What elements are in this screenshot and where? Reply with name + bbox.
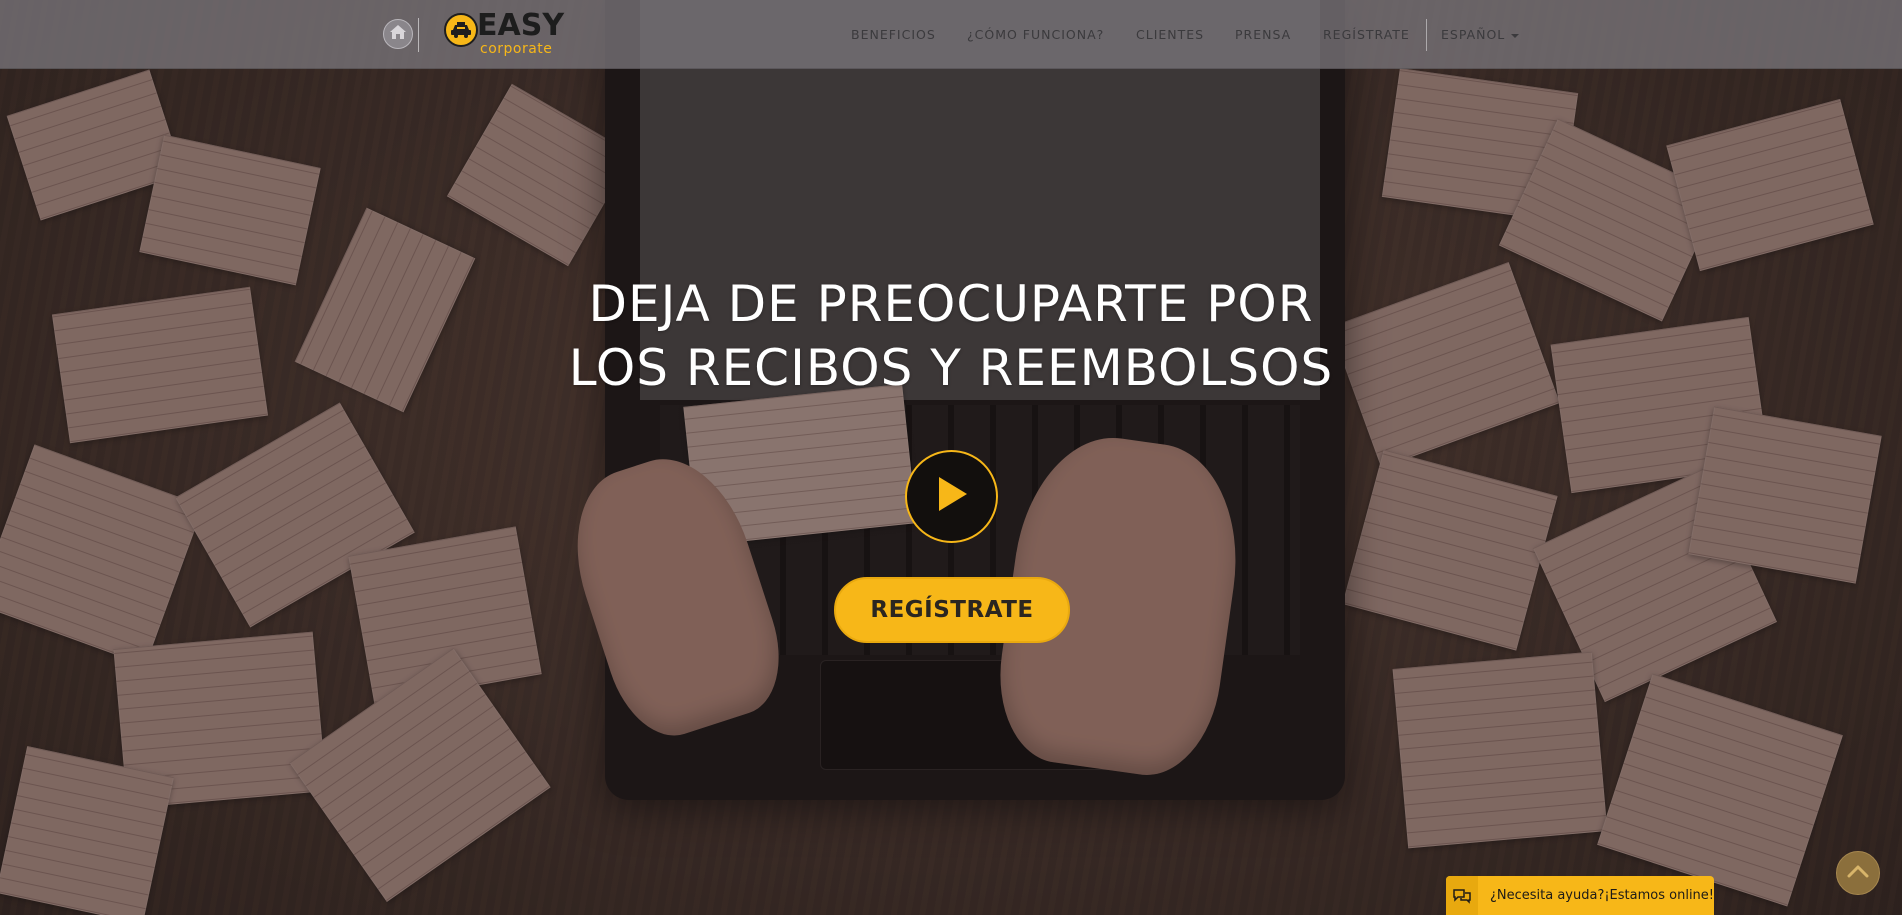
chat-bubbles-icon: [1446, 876, 1478, 915]
logo-wordmark: EASY: [477, 8, 565, 43]
nav-link-registrate[interactable]: REGÍSTRATE: [1323, 27, 1410, 42]
home-icon: [389, 24, 407, 45]
chat-label: ¿Necesita ayuda?¡Estamos online!: [1489, 888, 1714, 903]
headline-line-1: DEJA DE PREOCUPARTE POR: [588, 275, 1314, 333]
caret-down-icon: [1511, 33, 1520, 38]
back-to-top-button[interactable]: [1836, 851, 1880, 895]
live-chat-widget[interactable]: ¿Necesita ayuda?¡Estamos online!: [1446, 876, 1714, 915]
register-cta-button[interactable]: REGÍSTRATE: [834, 577, 1070, 643]
play-video-button[interactable]: [905, 450, 998, 543]
language-label: ESPAÑOL: [1441, 27, 1506, 42]
divider: [1426, 19, 1427, 51]
nav-link-como-funciona[interactable]: ¿CÓMO FUNCIONA?: [967, 27, 1104, 42]
chevron-up-icon: [1847, 864, 1869, 883]
play-icon: [935, 475, 969, 518]
top-navbar: EASY corporate BENEFICIOS ¿CÓMO FUNCIONA…: [0, 0, 1902, 69]
hero-headline: DEJA DE PREOCUPARTE POR LOS RECIBOS Y RE…: [0, 272, 1902, 400]
language-dropdown[interactable]: ESPAÑOL: [1441, 27, 1520, 42]
headline-line-2: LOS RECIBOS Y REEMBOLSOS: [568, 339, 1334, 397]
home-button[interactable]: [383, 19, 413, 49]
nav-link-prensa[interactable]: PRENSA: [1235, 27, 1291, 42]
divider: [418, 18, 419, 52]
nav-link-clientes[interactable]: CLIENTES: [1136, 27, 1204, 42]
nav-link-beneficios[interactable]: BENEFICIOS: [851, 27, 936, 42]
easy-corporate-logo[interactable]: EASY corporate: [444, 8, 574, 59]
taxi-icon: [444, 13, 478, 47]
logo-subtitle: corporate: [480, 41, 553, 57]
